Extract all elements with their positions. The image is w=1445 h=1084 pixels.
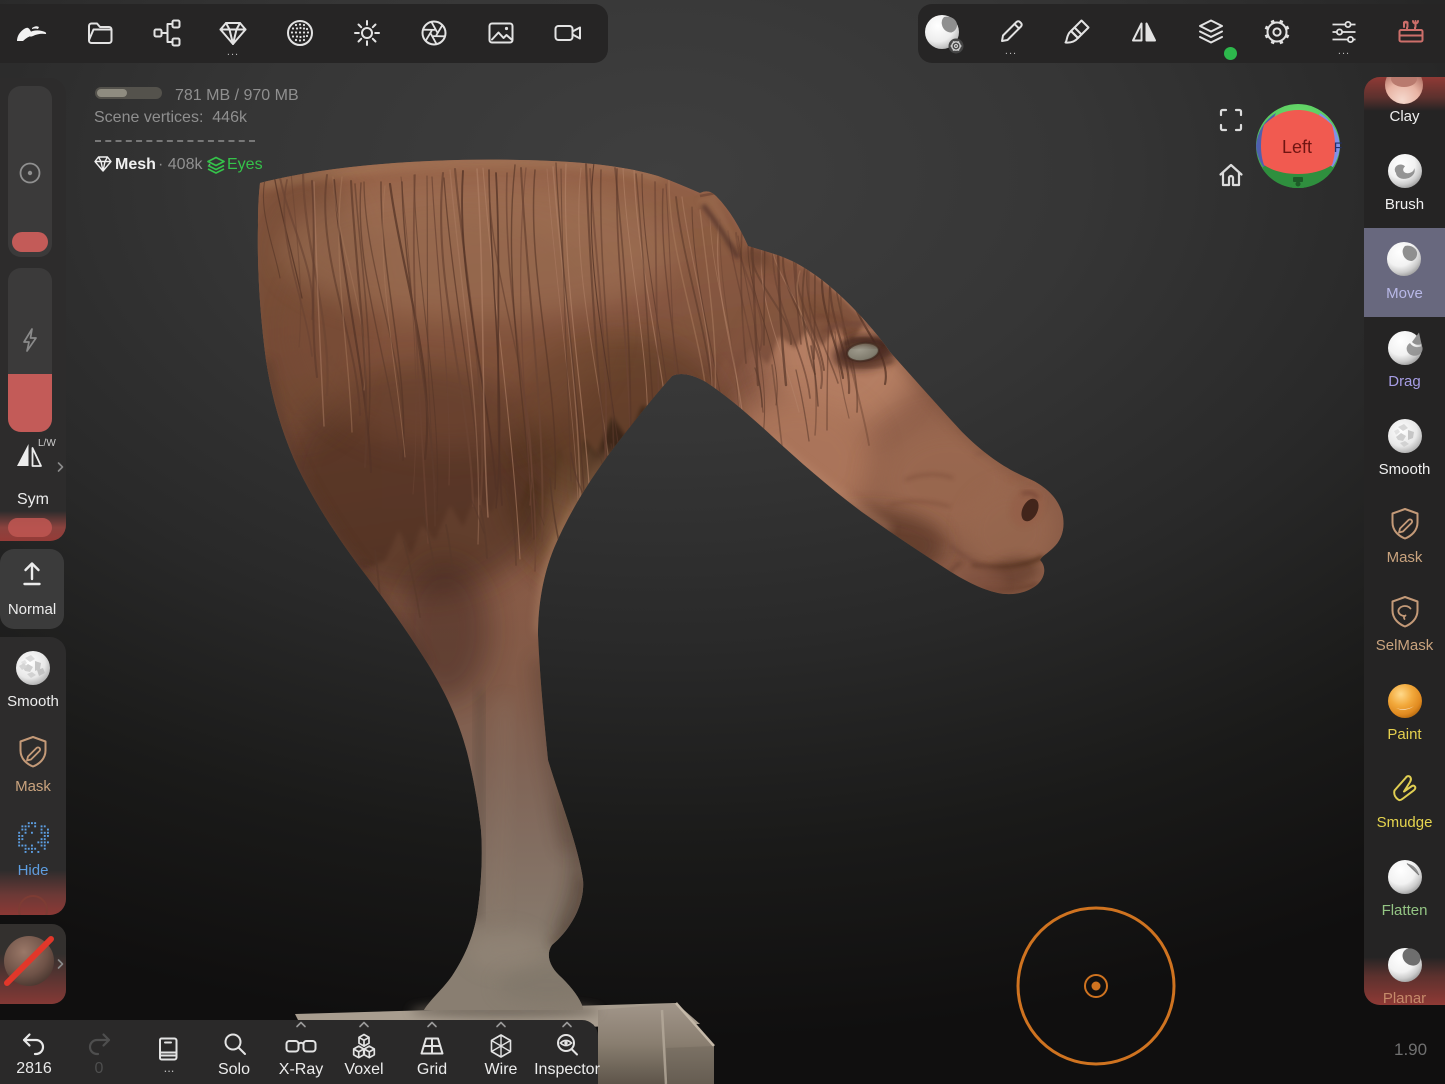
- svg-text:F: F: [1334, 139, 1342, 155]
- svg-text:Left: Left: [1282, 137, 1312, 157]
